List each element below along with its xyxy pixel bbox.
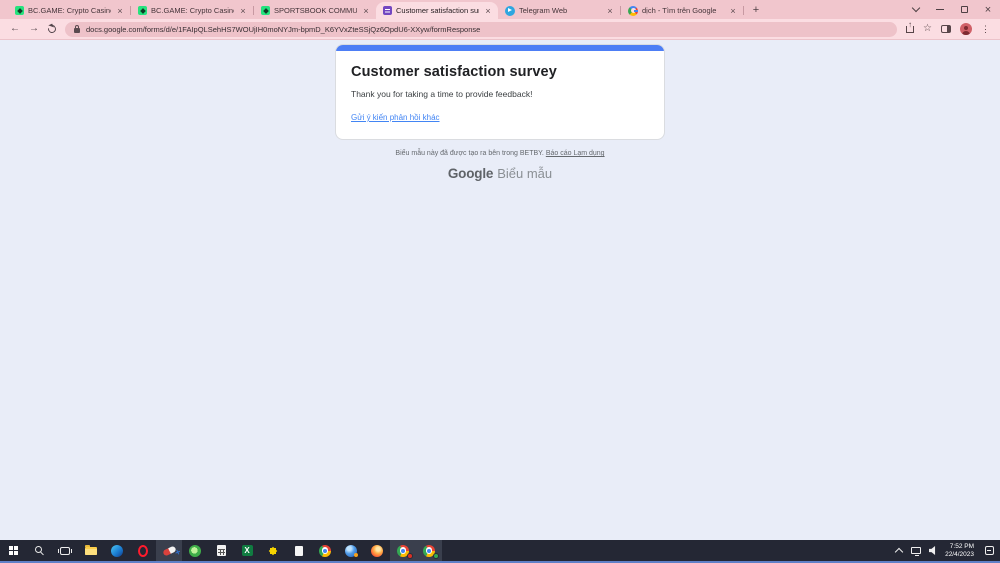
tab-close-icon[interactable] xyxy=(605,6,615,16)
calculator-icon[interactable] xyxy=(208,540,234,561)
tab-title: Telegram Web xyxy=(519,6,601,15)
start-icon[interactable] xyxy=(0,540,26,561)
reload-icon[interactable] xyxy=(46,23,57,34)
report-abuse-link[interactable]: Báo cáo Lạm dụng xyxy=(546,150,605,157)
notification-icon[interactable] xyxy=(978,540,1000,561)
back-icon[interactable]: ← xyxy=(10,24,20,34)
google-logo-text: Google xyxy=(448,166,493,181)
tab-title: BC.GAME: Crypto Casino Games xyxy=(28,6,111,15)
tab-title: BC.GAME: Crypto Casino Games xyxy=(151,6,234,15)
telegram-favicon xyxy=(505,6,515,16)
bcgame-favicon xyxy=(261,6,270,15)
edge-icon[interactable] xyxy=(104,540,130,561)
tab-title: Customer satisfaction survey xyxy=(396,6,479,15)
opera-icon[interactable] xyxy=(130,540,156,561)
profile-avatar[interactable] xyxy=(960,23,972,35)
tab-close-icon[interactable] xyxy=(483,6,493,16)
form-confirmation-message: Thank you for taking a time to provide f… xyxy=(351,89,649,99)
toolbar-right-icons xyxy=(906,23,990,35)
form-response-card: Customer satisfaction survey Thank you f… xyxy=(335,44,665,140)
share-icon[interactable] xyxy=(906,26,914,33)
form-footer-notice: Biểu mẫu này đã được tạo ra bên trong BE… xyxy=(395,150,604,157)
picpick-icon[interactable] xyxy=(260,540,286,561)
chrome-profile-green-icon[interactable] xyxy=(416,540,442,561)
tab-close-icon[interactable] xyxy=(238,6,248,16)
tab-close-icon[interactable] xyxy=(361,6,371,16)
web-content-area: Customer satisfaction survey Thank you f… xyxy=(0,40,1000,540)
close-icon[interactable] xyxy=(976,0,1000,19)
tab-close-icon[interactable] xyxy=(728,6,738,16)
file-explorer-icon[interactable] xyxy=(78,540,104,561)
bcgame-favicon xyxy=(15,6,24,15)
tab-customer-survey-active[interactable]: Customer satisfaction survey xyxy=(376,2,498,19)
restore-icon[interactable] xyxy=(952,0,976,19)
browser-toolbar: ← → docs.google.com/forms/d/e/1FAIpQLSeh… xyxy=(0,19,1000,40)
tab-bcgame-2[interactable]: BC.GAME: Crypto Casino Games xyxy=(131,2,253,19)
created-notice-text: Biểu mẫu này đã được tạo ra bên trong BE… xyxy=(395,150,545,157)
tab-bcgame-1[interactable]: BC.GAME: Crypto Casino Games xyxy=(8,2,130,19)
excel-icon[interactable] xyxy=(234,540,260,561)
taskbar-clock[interactable]: 7:52 PM 22/4/2023 xyxy=(941,540,978,561)
clock-time: 7:52 PM xyxy=(950,543,974,551)
clock-date: 22/4/2023 xyxy=(945,551,974,559)
tab-search-chevron-icon[interactable] xyxy=(904,0,928,19)
submit-another-response-link[interactable]: Gửi ý kiến phản hồi khác xyxy=(351,113,440,122)
chrome-icon[interactable] xyxy=(312,540,338,561)
star-icon[interactable] xyxy=(923,24,932,34)
notepad-icon[interactable] xyxy=(286,540,312,561)
forward-icon[interactable]: → xyxy=(29,24,39,34)
forms-product-text: Biểu mẫu xyxy=(497,166,552,181)
lock-icon xyxy=(74,28,80,33)
new-tab-button[interactable] xyxy=(748,2,764,18)
google-forms-favicon xyxy=(383,6,392,15)
tab-separator xyxy=(743,6,744,15)
browser-tab-strip: BC.GAME: Crypto Casino Games BC.GAME: Cr… xyxy=(0,0,1000,19)
windows-taskbar: 7:52 PM 22/4/2023 xyxy=(0,540,1000,563)
pill-app-icon[interactable] xyxy=(156,540,182,561)
form-title: Customer satisfaction survey xyxy=(351,64,649,80)
google-favicon xyxy=(628,6,638,16)
tab-telegram[interactable]: Telegram Web xyxy=(498,2,620,19)
task-view-icon[interactable] xyxy=(52,540,78,561)
hidden-icons-chevron[interactable] xyxy=(891,540,907,561)
bcgame-favicon xyxy=(138,6,147,15)
tab-title: SPORTSBOOK COMMUNITY SUR xyxy=(274,6,357,15)
search-icon[interactable] xyxy=(26,540,52,561)
minimize-icon[interactable] xyxy=(928,0,952,19)
window-controls xyxy=(904,0,1000,19)
google-forms-brand: Google Biểu mẫu xyxy=(448,166,552,181)
desktop-screen: BC.GAME: Crypto Casino Games BC.GAME: Cr… xyxy=(0,0,1000,563)
address-bar[interactable]: docs.google.com/forms/d/e/1FAIpQLSehHS7W… xyxy=(65,22,897,37)
tab-sportsbook[interactable]: SPORTSBOOK COMMUNITY SUR xyxy=(254,2,376,19)
side-panel-icon[interactable] xyxy=(941,25,951,33)
taskbar-spacer xyxy=(442,540,891,561)
idm-icon[interactable] xyxy=(182,540,208,561)
firefox-icon[interactable] xyxy=(364,540,390,561)
chrome-profile-red-icon[interactable] xyxy=(390,540,416,561)
volume-icon[interactable] xyxy=(925,540,941,561)
tab-title: dịch - Tìm trên Google xyxy=(642,6,724,15)
network-icon[interactable] xyxy=(907,540,925,561)
tab-google-search[interactable]: dịch - Tìm trên Google xyxy=(621,2,743,19)
form-card-body: Customer satisfaction survey Thank you f… xyxy=(336,51,664,139)
tab-close-icon[interactable] xyxy=(115,6,125,16)
menu-kebab-icon[interactable] xyxy=(981,25,990,34)
globe-app-icon[interactable] xyxy=(338,540,364,561)
url-text[interactable]: docs.google.com/forms/d/e/1FAIpQLSehHS7W… xyxy=(86,25,480,34)
